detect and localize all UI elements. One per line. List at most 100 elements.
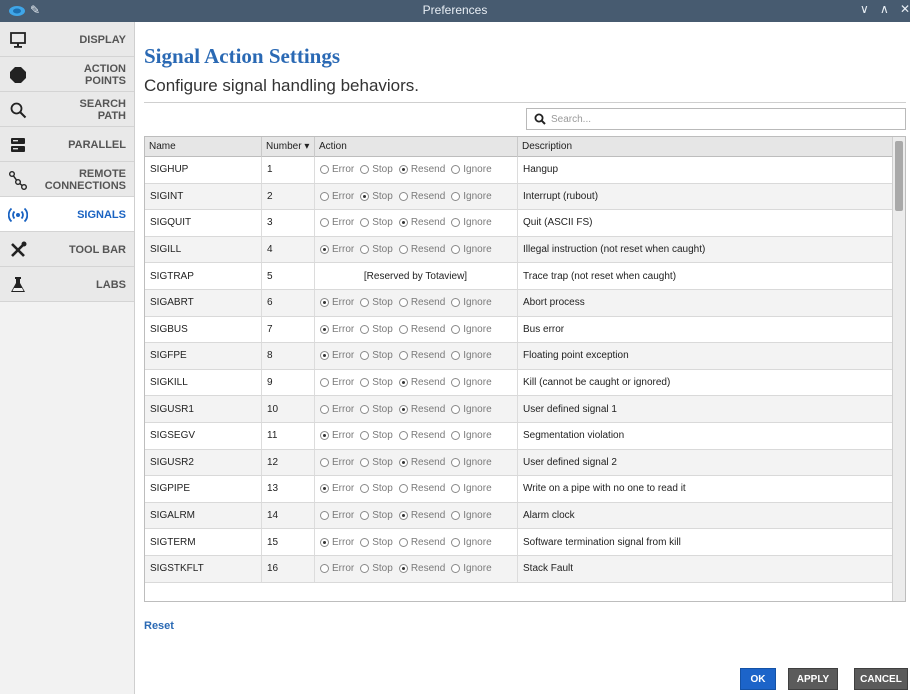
ok-button[interactable]: OK bbox=[740, 668, 776, 690]
radio-error[interactable]: Error bbox=[320, 377, 354, 388]
radio-ignore[interactable]: Ignore bbox=[451, 217, 492, 228]
radio-button-icon[interactable] bbox=[360, 351, 370, 361]
radio-button-icon[interactable] bbox=[398, 165, 408, 175]
radio-stop[interactable]: Stop bbox=[360, 191, 393, 202]
radio-resend[interactable]: Resend bbox=[398, 191, 445, 202]
table-row[interactable]: SIGBUS 7 Error Stop Resend Ignore Bus error bbox=[145, 316, 893, 344]
radio-ignore[interactable]: Ignore bbox=[451, 404, 492, 415]
radio-button-icon[interactable] bbox=[398, 457, 408, 467]
radio-error[interactable]: Error bbox=[320, 217, 354, 228]
radio-button-icon[interactable] bbox=[398, 378, 408, 388]
radio-ignore[interactable]: Ignore bbox=[451, 563, 492, 574]
column-header-number[interactable]: Number ▾ bbox=[262, 137, 315, 157]
radio-button-icon[interactable] bbox=[451, 245, 461, 255]
radio-error[interactable]: Error bbox=[320, 164, 354, 175]
radio-button-icon[interactable] bbox=[360, 404, 370, 414]
table-row[interactable]: SIGALRM 14 Error Stop Resend Ignore Alarm cloc… bbox=[145, 502, 893, 530]
radio-error[interactable]: Error bbox=[320, 191, 354, 202]
radio-button-icon[interactable] bbox=[398, 298, 408, 308]
search-box[interactable] bbox=[526, 108, 906, 130]
radio-ignore[interactable]: Ignore bbox=[451, 324, 492, 335]
scrollbar-thumb[interactable] bbox=[895, 141, 903, 211]
radio-ignore[interactable]: Ignore bbox=[451, 350, 492, 361]
radio-button-icon[interactable] bbox=[320, 404, 329, 414]
radio-button-icon[interactable] bbox=[360, 245, 370, 255]
column-header-action[interactable]: Action bbox=[315, 137, 518, 157]
radio-button-icon[interactable] bbox=[398, 404, 408, 414]
radio-error[interactable]: Error bbox=[320, 404, 354, 415]
radio-stop[interactable]: Stop bbox=[360, 164, 393, 175]
radio-button-icon[interactable] bbox=[451, 191, 461, 201]
radio-button-icon[interactable] bbox=[451, 537, 461, 547]
search-input[interactable] bbox=[551, 111, 891, 127]
table-row[interactable]: SIGSEGV 11 Error Stop Resend Ignore Segmentati… bbox=[145, 423, 893, 450]
radio-error[interactable]: Error bbox=[320, 537, 354, 548]
radio-error[interactable]: Error bbox=[320, 324, 354, 335]
radio-button-icon[interactable] bbox=[451, 431, 461, 441]
radio-resend[interactable]: Resend bbox=[398, 324, 445, 335]
radio-button-icon[interactable] bbox=[398, 564, 408, 574]
sidebar-item-signals[interactable]: SIGNALS bbox=[0, 197, 134, 232]
radio-button-icon[interactable] bbox=[360, 191, 370, 201]
radio-resend[interactable]: Resend bbox=[398, 377, 445, 388]
table-row[interactable]: SIGUSR2 12 Error Stop Resend Ignore User defin… bbox=[145, 449, 893, 477]
table-row[interactable]: SIGHUP 1 Error Stop Resend Ignore Hangup bbox=[145, 157, 893, 184]
radio-ignore[interactable]: Ignore bbox=[451, 483, 492, 494]
radio-ignore[interactable]: Ignore bbox=[451, 244, 492, 255]
radio-button-icon[interactable] bbox=[320, 457, 329, 467]
reset-link[interactable]: Reset bbox=[144, 620, 174, 632]
radio-button-icon[interactable] bbox=[451, 511, 461, 521]
radio-button-icon[interactable] bbox=[360, 484, 370, 494]
radio-stop[interactable]: Stop bbox=[360, 324, 393, 335]
radio-button-icon[interactable] bbox=[320, 191, 329, 201]
radio-resend[interactable]: Resend bbox=[398, 430, 445, 441]
table-row[interactable]: SIGPIPE 13 Error Stop Resend Ignore Write on a… bbox=[145, 476, 893, 503]
radio-stop[interactable]: Stop bbox=[360, 537, 393, 548]
radio-stop[interactable]: Stop bbox=[360, 350, 393, 361]
radio-stop[interactable]: Stop bbox=[360, 457, 393, 468]
radio-resend[interactable]: Resend bbox=[398, 404, 445, 415]
radio-ignore[interactable]: Ignore bbox=[451, 297, 492, 308]
radio-resend[interactable]: Resend bbox=[398, 297, 445, 308]
radio-stop[interactable]: Stop bbox=[360, 244, 393, 255]
radio-button-icon[interactable] bbox=[360, 298, 370, 308]
radio-button-icon[interactable] bbox=[451, 484, 461, 494]
radio-ignore[interactable]: Ignore bbox=[451, 191, 492, 202]
radio-button-icon[interactable] bbox=[451, 324, 461, 334]
radio-stop[interactable]: Stop bbox=[360, 510, 393, 521]
radio-button-icon[interactable] bbox=[451, 404, 461, 414]
radio-button-icon[interactable] bbox=[360, 324, 370, 334]
column-header-description[interactable]: Description bbox=[518, 137, 893, 157]
table-row[interactable]: SIGTERM 15 Error Stop Resend Ignore Software t… bbox=[145, 529, 893, 556]
radio-button-icon[interactable] bbox=[320, 218, 329, 228]
column-header-name[interactable]: Name bbox=[145, 137, 262, 157]
radio-button-icon[interactable] bbox=[360, 378, 370, 388]
radio-stop[interactable]: Stop bbox=[360, 563, 393, 574]
radio-resend[interactable]: Resend bbox=[398, 457, 445, 468]
sidebar-item-tool-bar[interactable]: TOOL BAR bbox=[0, 232, 134, 267]
sidebar-item-action-points[interactable]: ACTION POINTS bbox=[0, 57, 134, 92]
radio-button-icon[interactable] bbox=[451, 564, 461, 574]
radio-error[interactable]: Error bbox=[320, 457, 354, 468]
radio-resend[interactable]: Resend bbox=[398, 563, 445, 574]
radio-button-icon[interactable] bbox=[320, 511, 329, 521]
radio-button-icon[interactable] bbox=[451, 298, 461, 308]
radio-button-icon[interactable] bbox=[320, 351, 329, 361]
radio-resend[interactable]: Resend bbox=[398, 244, 445, 255]
radio-button-icon[interactable] bbox=[398, 431, 408, 441]
radio-button-icon[interactable] bbox=[360, 165, 370, 175]
radio-stop[interactable]: Stop bbox=[360, 483, 393, 494]
radio-resend[interactable]: Resend bbox=[398, 217, 445, 228]
radio-button-icon[interactable] bbox=[360, 431, 370, 441]
radio-button-icon[interactable] bbox=[320, 564, 329, 574]
radio-button-icon[interactable] bbox=[320, 298, 329, 308]
radio-button-icon[interactable] bbox=[451, 351, 461, 361]
radio-error[interactable]: Error bbox=[320, 430, 354, 441]
radio-stop[interactable]: Stop bbox=[360, 217, 393, 228]
radio-button-icon[interactable] bbox=[320, 431, 329, 441]
radio-error[interactable]: Error bbox=[320, 297, 354, 308]
radio-button-icon[interactable] bbox=[398, 218, 408, 228]
radio-ignore[interactable]: Ignore bbox=[451, 457, 492, 468]
radio-button-icon[interactable] bbox=[398, 245, 408, 255]
table-row[interactable]: SIGKILL 9 Error Stop Resend Ignore Kill (canno… bbox=[145, 369, 893, 397]
